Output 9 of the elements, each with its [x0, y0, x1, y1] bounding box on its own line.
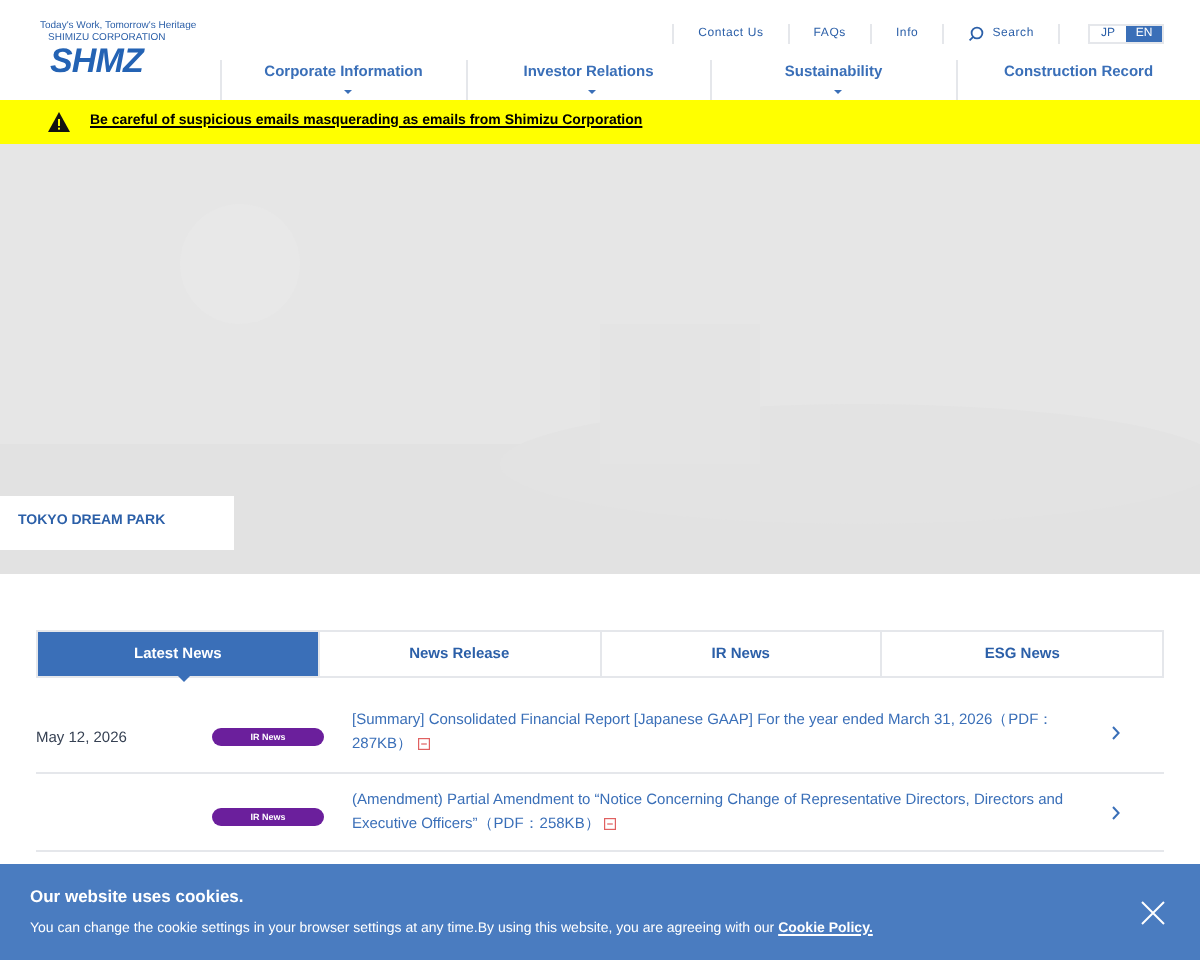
chevron-right-icon — [1112, 805, 1120, 819]
search-icon — [968, 26, 985, 42]
close-button[interactable] — [1140, 899, 1166, 925]
logo[interactable]: SHMZ — [50, 44, 220, 78]
pdf-icon — [604, 818, 617, 831]
cookie-title: Our website uses cookies. — [30, 883, 246, 910]
warning-icon — [48, 112, 70, 132]
chevron-right-icon — [1112, 726, 1120, 740]
pdf-icon — [417, 738, 430, 751]
